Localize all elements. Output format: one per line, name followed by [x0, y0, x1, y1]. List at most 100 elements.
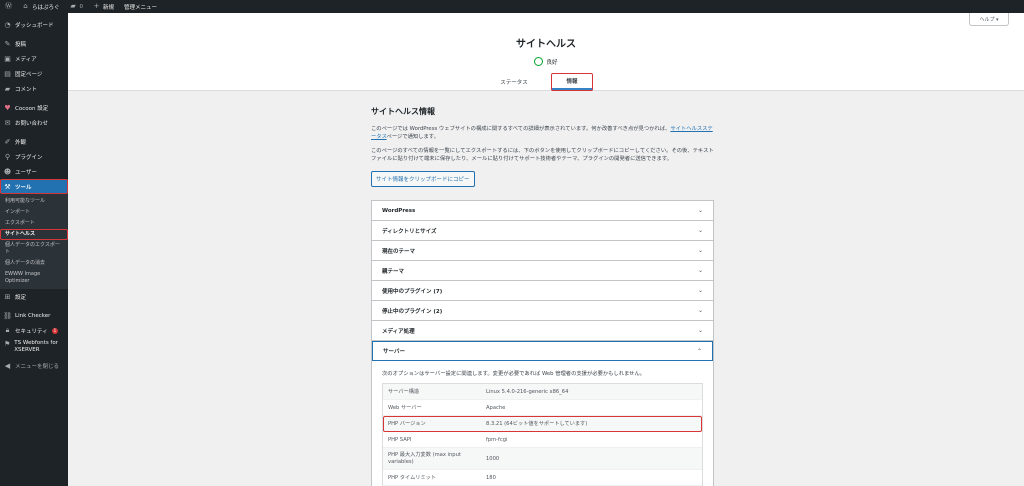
admin-menu-link[interactable]: 管理メニュー: [119, 0, 162, 13]
tab-status[interactable]: ステータス: [494, 73, 534, 91]
menu-ts-webfonts[interactable]: ⚑ TS Webfonts for XSERVER: [0, 338, 68, 358]
menu-dashboard[interactable]: ◔ ダッシュボード: [0, 17, 68, 32]
accordion-wordpress[interactable]: WordPress ⌄: [372, 201, 713, 221]
menu-plugins[interactable]: ⚲ プラグイン: [0, 149, 68, 164]
accordion-inactive-plugins[interactable]: 停止中のプラグイン (2) ⌄: [372, 301, 713, 321]
collapse-icon: ◀: [4, 361, 11, 370]
menu-label: プラグイン: [15, 154, 43, 161]
accordion-active-plugins[interactable]: 使用中のプラグイン (7) ⌄: [372, 281, 713, 301]
comment-icon: ▰: [70, 2, 76, 10]
row-key: Web サーバー: [388, 405, 422, 411]
server-info-table: サーバー構造 Linux 5.4.0-216-generic x86_64 Web…: [382, 383, 703, 486]
settings-icon: ⊞: [4, 292, 11, 301]
chevron-down-icon: ⌄: [697, 247, 703, 254]
row-value: 180: [486, 474, 496, 481]
menu-media[interactable]: ▣ メディア: [0, 51, 68, 66]
site-name: らはぷろぐ: [32, 4, 60, 11]
menu-link-checker[interactable]: ⛓ Link Checker: [0, 308, 68, 323]
menu-contact[interactable]: ✉ お問い合わせ: [0, 115, 68, 130]
copy-to-clipboard-button[interactable]: サイト情報をクリップボードにコピー: [371, 171, 475, 187]
submenu-available-tools[interactable]: 利用可能なツール: [0, 196, 68, 207]
wp-logo[interactable]: Ⓦ: [0, 0, 17, 13]
plus-icon: +: [93, 2, 100, 10]
row-value: fpm-fcgi: [486, 436, 508, 443]
row-value: Apache: [486, 404, 506, 411]
menu-label: 外観: [15, 139, 27, 146]
mail-icon: ✉: [4, 118, 11, 127]
row-key: PHP 最大入力変数 (max input variables): [388, 451, 461, 465]
server-description: 次のオプションはサーバー設定に関連します。変更が必要であれば Web 管理者の支…: [382, 371, 646, 377]
menu-pages[interactable]: ▤ 固定ページ: [0, 66, 68, 81]
menu-label: セキュリティ: [15, 328, 48, 335]
menu-tools[interactable]: ⚒ ツール: [0, 179, 68, 194]
user-icon: ☻: [3, 167, 12, 176]
chevron-down-icon: ⌄: [697, 207, 703, 214]
admin-bar: Ⓦ ⌂ らはぷろぐ ▰ 0 + 新規 管理メニュー: [0, 0, 1024, 13]
menu-cocoon[interactable]: ♥ Cocoon 設定: [0, 100, 68, 115]
chevron-down-icon: ⌄: [697, 227, 703, 234]
health-status: 良好: [68, 57, 1024, 66]
site-health-header: ヘルプ ▾ サイトヘルス 良好 ステータス 情報: [68, 13, 1024, 91]
submenu-export-personal-data[interactable]: 個人データのエクスポート: [0, 240, 68, 258]
chevron-down-icon: ⌄: [697, 307, 703, 314]
accordion-directories[interactable]: ディレクトリとサイズ ⌄: [372, 221, 713, 241]
page-icon: ▤: [4, 69, 11, 78]
info-accordion: WordPress ⌄ ディレクトリとサイズ ⌄ 現在のテーマ ⌄ 親テーマ ⌄ 使用中…: [371, 200, 714, 486]
menu-collapse[interactable]: ◀ メニューを閉じる: [0, 358, 68, 373]
media-icon: ▣: [4, 54, 11, 63]
submenu-export[interactable]: エクスポート: [0, 218, 68, 229]
menu-comments[interactable]: ▰ コメント: [0, 81, 68, 96]
accordion-parent-theme[interactable]: 親テーマ ⌄: [372, 261, 713, 281]
site-name-link[interactable]: ⌂ らはぷろぐ: [17, 0, 65, 13]
accordion-label: 親テーマ: [382, 268, 405, 275]
para1-end: ページで通知します。: [386, 134, 439, 140]
accordion-label: 停止中のプラグイン (2): [382, 308, 443, 315]
chevron-down-icon: ⌄: [697, 327, 703, 334]
submenu-import[interactable]: インポート: [0, 207, 68, 218]
table-row: PHP タイムリミット 180: [383, 470, 702, 486]
comments-count: 0: [79, 3, 84, 10]
lock-icon: 🔒︎: [5, 326, 10, 334]
submenu-ewww[interactable]: EWWW Image Optimizer: [0, 269, 68, 287]
menu-label: ツール: [15, 184, 32, 191]
accordion-label: 現在のテーマ: [382, 248, 416, 255]
menu-users[interactable]: ☻ ユーザー: [0, 164, 68, 179]
menu-label: 設定: [15, 294, 27, 301]
menu-label: メニューを閉じる: [15, 363, 60, 370]
menu-posts[interactable]: ✎ 投稿: [0, 36, 68, 51]
menu-security[interactable]: 🔒︎ セキュリティ 1: [0, 323, 68, 338]
pin-icon: ✎: [4, 39, 11, 48]
table-row: PHP バージョン 8.3.21 (64ビット値をサポートしています): [383, 416, 702, 432]
accordion-server[interactable]: サーバー ⌃: [372, 341, 713, 361]
menu-label: TS Webfonts for XSERVER: [14, 340, 58, 353]
home-icon: ⌂: [23, 2, 28, 10]
comments-link[interactable]: ▰ 0: [65, 0, 89, 13]
menu-label: ユーザー: [15, 169, 37, 176]
row-value: 1000: [486, 455, 500, 462]
site-health-info: サイトヘルス情報 このページでは WordPress ウェブサイトの構成に関する…: [371, 106, 714, 187]
wordpress-icon: Ⓦ: [5, 2, 12, 10]
plugin-icon: ⚲: [4, 152, 11, 161]
new-content-link[interactable]: + 新規: [88, 0, 119, 13]
security-badge: 1: [51, 327, 59, 334]
status-circle-icon: [534, 57, 544, 66]
row-value: 8.3.21 (64ビット値をサポートしています): [486, 421, 588, 427]
menu-label: お問い合わせ: [15, 120, 49, 127]
chevron-down-icon: ⌄: [697, 287, 703, 294]
accordion-label: WordPress: [382, 207, 416, 214]
accordion-active-theme[interactable]: 現在のテーマ ⌄: [372, 241, 713, 261]
menu-settings[interactable]: ⊞ 設定: [0, 289, 68, 304]
submenu-erase-personal-data[interactable]: 個人データの消去: [0, 258, 68, 269]
new-label: 新規: [103, 4, 115, 11]
info-paragraph-1: このページでは WordPress ウェブサイトの構成に関するすべての詳細が表示…: [371, 125, 714, 141]
accordion-media[interactable]: メディア処理 ⌄: [372, 321, 713, 341]
table-row: PHP 最大入力変数 (max input variables) 1000: [383, 448, 702, 470]
submenu-site-health[interactable]: サイトヘルス: [0, 229, 68, 240]
section-heading: サイトヘルス情報: [371, 107, 435, 116]
tab-info[interactable]: 情報: [551, 73, 593, 91]
font-icon: ⚑: [4, 339, 11, 348]
menu-appearance[interactable]: ✐ 外観: [0, 134, 68, 149]
help-tab-button[interactable]: ヘルプ ▾: [969, 13, 1009, 26]
admin-menu-label: 管理メニュー: [124, 4, 158, 11]
dashboard-icon: ◔: [4, 20, 11, 29]
